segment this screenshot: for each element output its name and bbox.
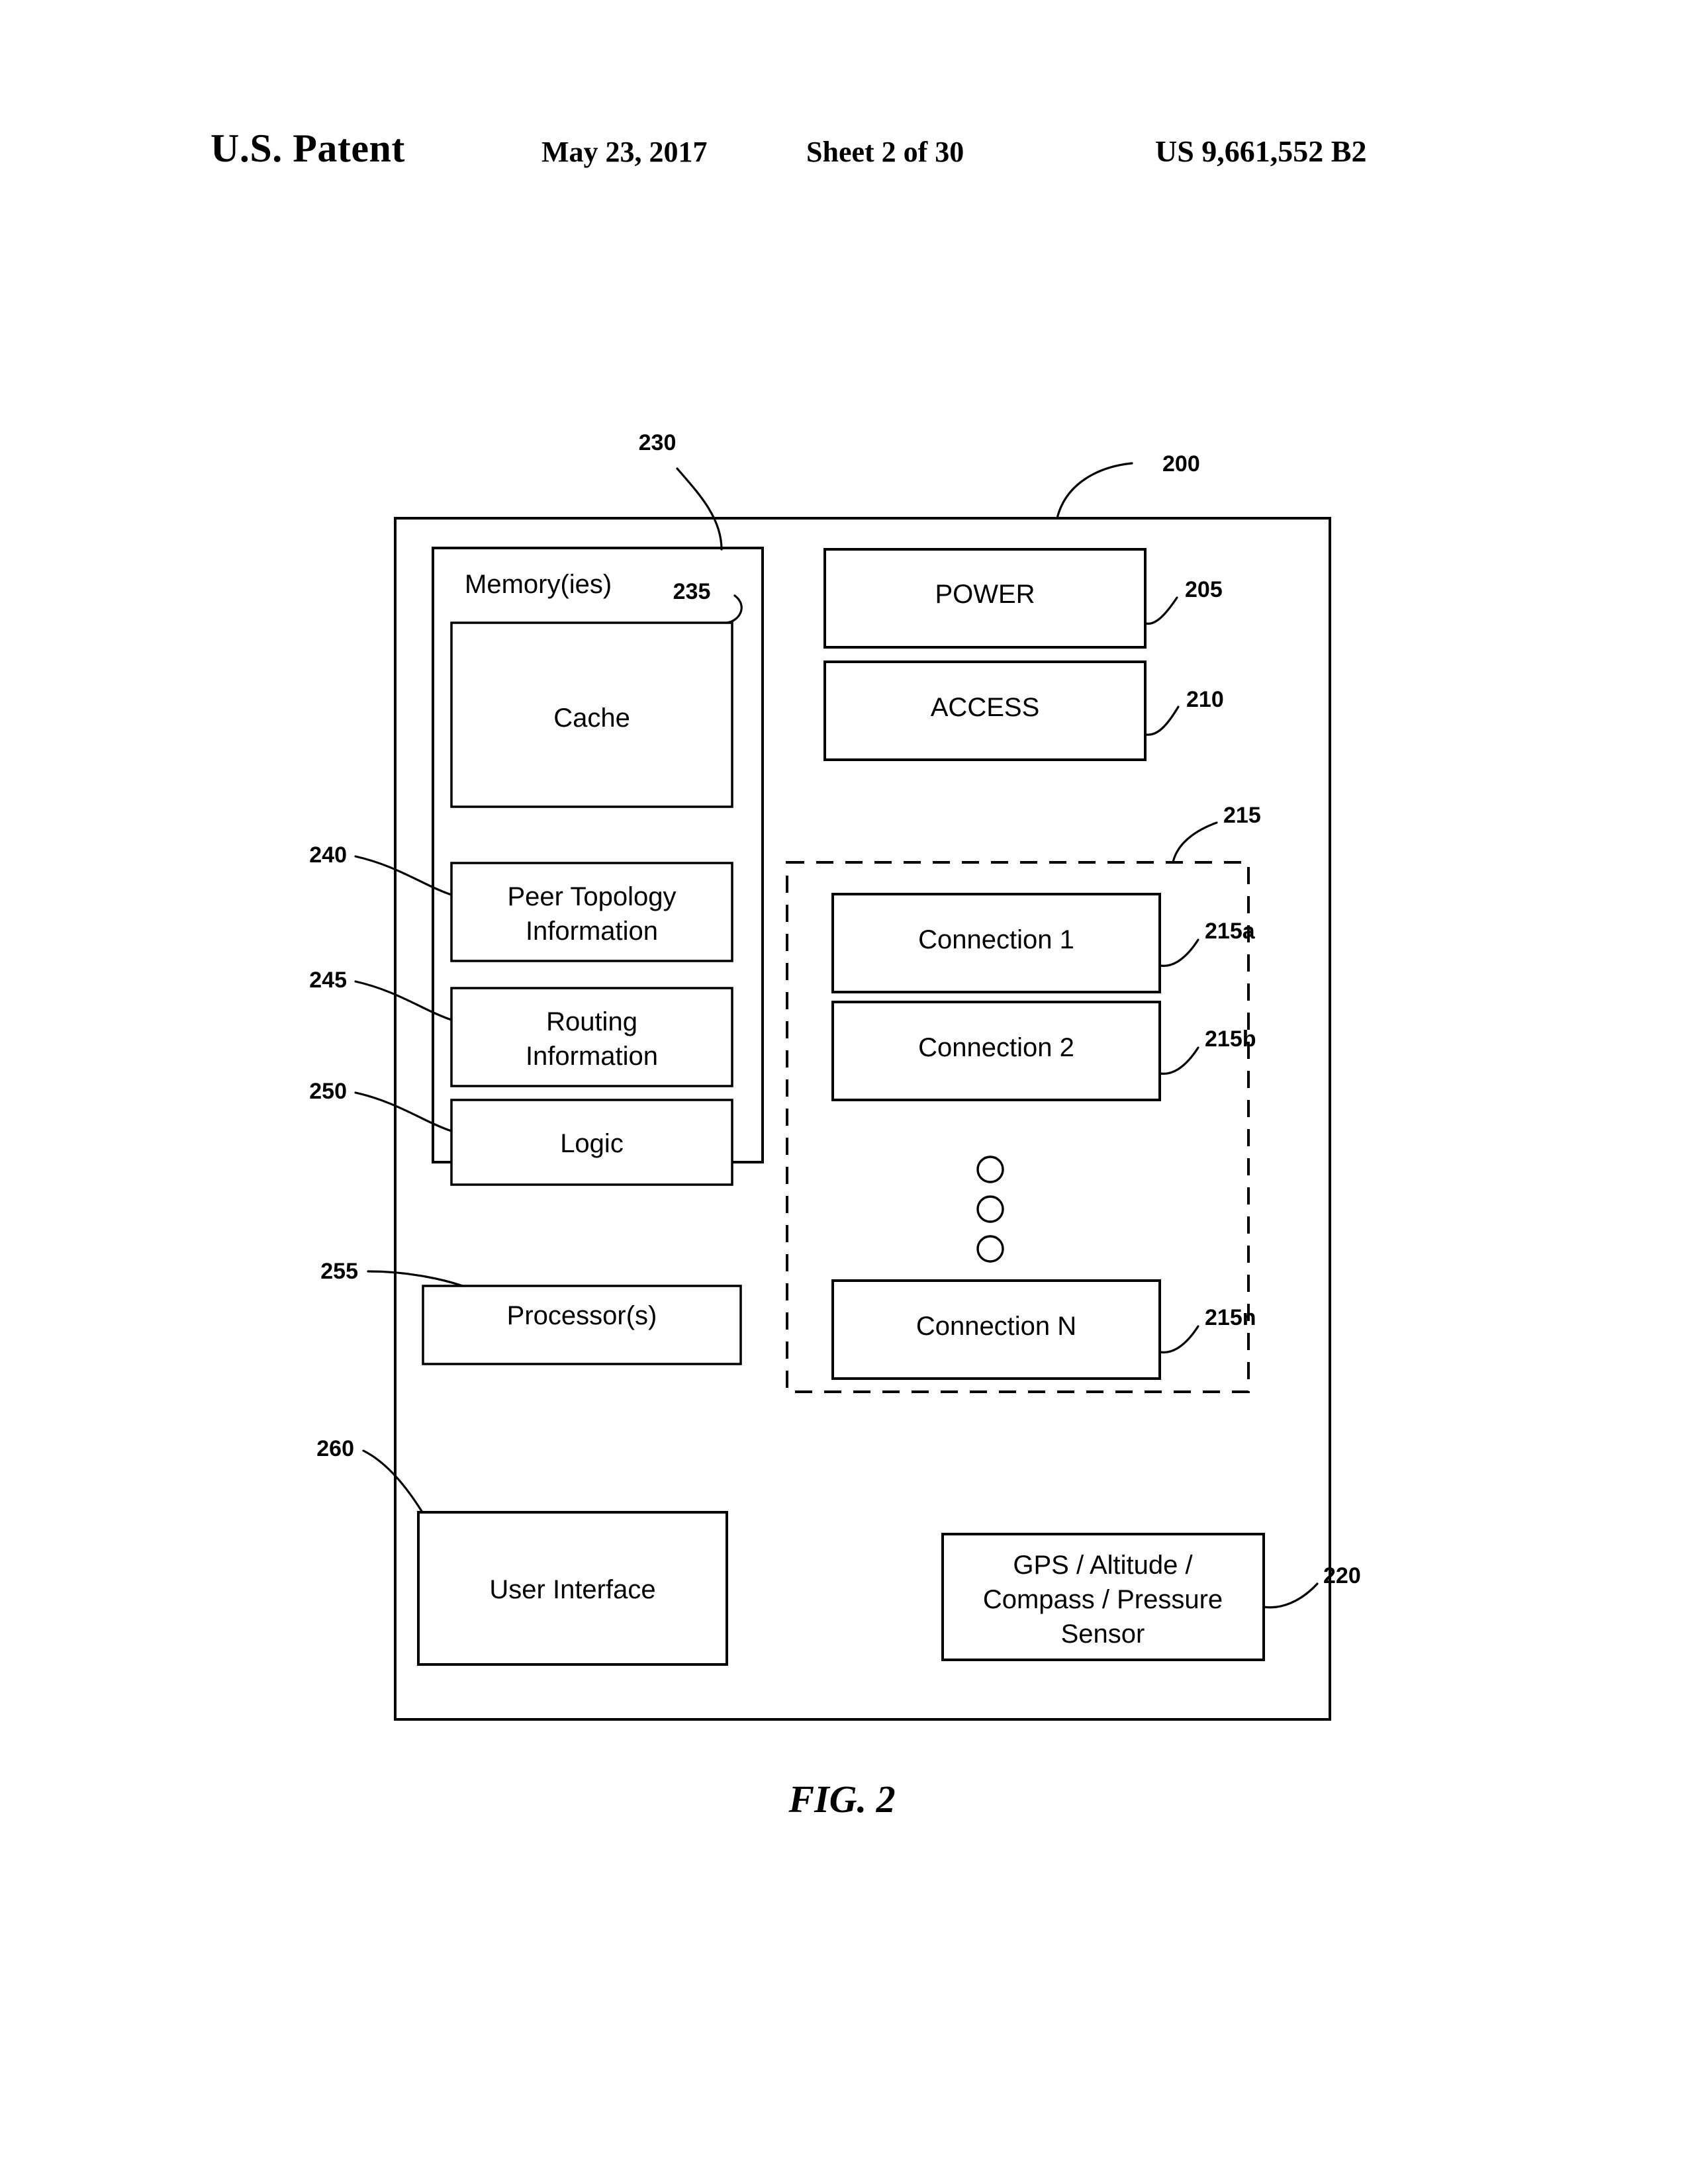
ref-numeral-215n: 215n [1205,1305,1256,1330]
ref-numeral-205: 205 [1185,577,1223,602]
routing-info-label-line1: Routing [546,1007,637,1036]
ref-numeral-215a: 215a [1205,919,1256,944]
cache-label: Cache [553,704,630,733]
ref-numeral-240: 240 [309,842,347,868]
connection-2-label: Connection 2 [918,1033,1074,1062]
ref-numeral-245: 245 [309,968,347,993]
leader-line-200 [1056,462,1133,520]
block-diagram-svg: Memory(ies) Cache Peer Topology Informat… [309,430,1361,1821]
vertical-ellipsis-dot-1 [976,1156,1004,1183]
ref-numeral-260: 260 [316,1436,354,1461]
routing-info-label-line2: Information [526,1042,658,1071]
connection-1-label: Connection 1 [918,925,1074,954]
ref-numeral-220: 220 [1323,1563,1361,1588]
sensor-label-line1: GPS / Altitude / [1013,1551,1193,1580]
peer-topology-block [450,862,733,962]
ref-numeral-235: 235 [673,579,711,604]
logic-label: Logic [560,1129,624,1158]
figure-caption: FIG. 2 [788,1778,895,1821]
ref-numeral-250: 250 [309,1079,347,1104]
ref-numeral-215b: 215b [1205,1026,1256,1052]
sensor-label-line2: Compass / Pressure [983,1585,1223,1614]
routing-info-block [450,987,733,1087]
memory-label: Memory(ies) [465,570,612,599]
ref-numeral-230: 230 [639,430,677,455]
peer-topology-label-line1: Peer Topology [508,882,677,911]
connection-n-label: Connection N [916,1312,1076,1341]
figure-2-drawing: Memory(ies) Cache Peer Topology Informat… [0,0,1688,2184]
sensor-label-line3: Sensor [1061,1619,1145,1649]
peer-topology-label-line2: Information [526,917,658,946]
ref-numeral-210: 210 [1186,687,1224,712]
processor-label: Processor(s) [507,1301,657,1330]
ref-numeral-200: 200 [1162,451,1200,477]
power-label: POWER [935,580,1035,609]
vertical-ellipsis-dot-3 [976,1235,1004,1263]
access-label: ACCESS [931,693,1040,722]
ref-numeral-215: 215 [1223,803,1261,828]
ref-numeral-255: 255 [320,1259,358,1284]
vertical-ellipsis-dot-2 [976,1195,1004,1223]
user-interface-label: User Interface [489,1575,655,1604]
